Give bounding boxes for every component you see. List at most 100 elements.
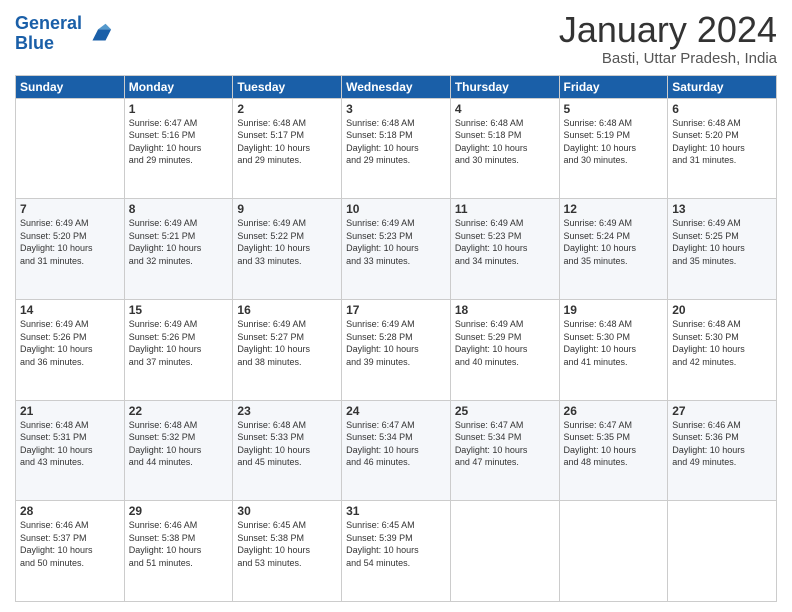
calendar-cell xyxy=(16,98,125,199)
day-info: Sunrise: 6:47 AM Sunset: 5:34 PM Dayligh… xyxy=(455,419,555,469)
day-number: 31 xyxy=(346,504,446,518)
calendar-week-row: 14Sunrise: 6:49 AM Sunset: 5:26 PM Dayli… xyxy=(16,299,777,400)
calendar-week-row: 28Sunrise: 6:46 AM Sunset: 5:37 PM Dayli… xyxy=(16,501,777,602)
calendar-cell: 22Sunrise: 6:48 AM Sunset: 5:32 PM Dayli… xyxy=(124,400,233,501)
day-number: 15 xyxy=(129,303,229,317)
calendar-cell: 5Sunrise: 6:48 AM Sunset: 5:19 PM Daylig… xyxy=(559,98,668,199)
logo-text: GeneralBlue xyxy=(15,14,82,54)
day-number: 28 xyxy=(20,504,120,518)
day-number: 1 xyxy=(129,102,229,116)
calendar-cell xyxy=(450,501,559,602)
calendar-cell xyxy=(559,501,668,602)
day-number: 16 xyxy=(237,303,337,317)
calendar-cell: 19Sunrise: 6:48 AM Sunset: 5:30 PM Dayli… xyxy=(559,299,668,400)
day-number: 24 xyxy=(346,404,446,418)
day-info: Sunrise: 6:49 AM Sunset: 5:23 PM Dayligh… xyxy=(455,217,555,267)
day-number: 22 xyxy=(129,404,229,418)
day-info: Sunrise: 6:49 AM Sunset: 5:24 PM Dayligh… xyxy=(564,217,664,267)
day-number: 23 xyxy=(237,404,337,418)
calendar-cell: 9Sunrise: 6:49 AM Sunset: 5:22 PM Daylig… xyxy=(233,199,342,300)
day-info: Sunrise: 6:48 AM Sunset: 5:17 PM Dayligh… xyxy=(237,117,337,167)
day-info: Sunrise: 6:49 AM Sunset: 5:29 PM Dayligh… xyxy=(455,318,555,368)
calendar-cell: 27Sunrise: 6:46 AM Sunset: 5:36 PM Dayli… xyxy=(668,400,777,501)
col-wednesday: Wednesday xyxy=(342,75,451,98)
day-info: Sunrise: 6:46 AM Sunset: 5:38 PM Dayligh… xyxy=(129,519,229,569)
logo: GeneralBlue xyxy=(15,14,113,54)
day-number: 3 xyxy=(346,102,446,116)
day-info: Sunrise: 6:49 AM Sunset: 5:21 PM Dayligh… xyxy=(129,217,229,267)
header: GeneralBlue January 2024 Basti, Uttar Pr… xyxy=(15,10,777,67)
day-number: 25 xyxy=(455,404,555,418)
calendar-cell: 11Sunrise: 6:49 AM Sunset: 5:23 PM Dayli… xyxy=(450,199,559,300)
day-number: 27 xyxy=(672,404,772,418)
col-friday: Friday xyxy=(559,75,668,98)
day-number: 6 xyxy=(672,102,772,116)
day-info: Sunrise: 6:49 AM Sunset: 5:22 PM Dayligh… xyxy=(237,217,337,267)
title-block: January 2024 Basti, Uttar Pradesh, India xyxy=(559,10,777,67)
calendar-cell: 3Sunrise: 6:48 AM Sunset: 5:18 PM Daylig… xyxy=(342,98,451,199)
day-info: Sunrise: 6:48 AM Sunset: 5:30 PM Dayligh… xyxy=(564,318,664,368)
day-info: Sunrise: 6:47 AM Sunset: 5:35 PM Dayligh… xyxy=(564,419,664,469)
calendar-cell: 7Sunrise: 6:49 AM Sunset: 5:20 PM Daylig… xyxy=(16,199,125,300)
col-tuesday: Tuesday xyxy=(233,75,342,98)
calendar-cell: 25Sunrise: 6:47 AM Sunset: 5:34 PM Dayli… xyxy=(450,400,559,501)
calendar-cell: 4Sunrise: 6:48 AM Sunset: 5:18 PM Daylig… xyxy=(450,98,559,199)
day-number: 26 xyxy=(564,404,664,418)
calendar-table: Sunday Monday Tuesday Wednesday Thursday… xyxy=(15,75,777,602)
col-saturday: Saturday xyxy=(668,75,777,98)
day-info: Sunrise: 6:47 AM Sunset: 5:16 PM Dayligh… xyxy=(129,117,229,167)
day-info: Sunrise: 6:48 AM Sunset: 5:33 PM Dayligh… xyxy=(237,419,337,469)
day-number: 2 xyxy=(237,102,337,116)
calendar-cell: 16Sunrise: 6:49 AM Sunset: 5:27 PM Dayli… xyxy=(233,299,342,400)
day-number: 11 xyxy=(455,202,555,216)
col-monday: Monday xyxy=(124,75,233,98)
logo-icon xyxy=(85,20,113,48)
day-number: 12 xyxy=(564,202,664,216)
day-info: Sunrise: 6:49 AM Sunset: 5:28 PM Dayligh… xyxy=(346,318,446,368)
day-info: Sunrise: 6:49 AM Sunset: 5:26 PM Dayligh… xyxy=(20,318,120,368)
calendar-cell: 10Sunrise: 6:49 AM Sunset: 5:23 PM Dayli… xyxy=(342,199,451,300)
day-info: Sunrise: 6:46 AM Sunset: 5:36 PM Dayligh… xyxy=(672,419,772,469)
calendar-cell: 31Sunrise: 6:45 AM Sunset: 5:39 PM Dayli… xyxy=(342,501,451,602)
day-number: 13 xyxy=(672,202,772,216)
day-info: Sunrise: 6:48 AM Sunset: 5:19 PM Dayligh… xyxy=(564,117,664,167)
calendar-cell: 26Sunrise: 6:47 AM Sunset: 5:35 PM Dayli… xyxy=(559,400,668,501)
page: GeneralBlue January 2024 Basti, Uttar Pr… xyxy=(0,0,792,612)
day-number: 20 xyxy=(672,303,772,317)
calendar-cell: 20Sunrise: 6:48 AM Sunset: 5:30 PM Dayli… xyxy=(668,299,777,400)
day-number: 8 xyxy=(129,202,229,216)
calendar-cell xyxy=(668,501,777,602)
calendar-cell: 17Sunrise: 6:49 AM Sunset: 5:28 PM Dayli… xyxy=(342,299,451,400)
day-number: 29 xyxy=(129,504,229,518)
day-info: Sunrise: 6:48 AM Sunset: 5:30 PM Dayligh… xyxy=(672,318,772,368)
calendar-week-row: 1Sunrise: 6:47 AM Sunset: 5:16 PM Daylig… xyxy=(16,98,777,199)
day-info: Sunrise: 6:47 AM Sunset: 5:34 PM Dayligh… xyxy=(346,419,446,469)
calendar-cell: 29Sunrise: 6:46 AM Sunset: 5:38 PM Dayli… xyxy=(124,501,233,602)
day-info: Sunrise: 6:48 AM Sunset: 5:32 PM Dayligh… xyxy=(129,419,229,469)
calendar-header-row: Sunday Monday Tuesday Wednesday Thursday… xyxy=(16,75,777,98)
day-number: 4 xyxy=(455,102,555,116)
calendar-cell: 24Sunrise: 6:47 AM Sunset: 5:34 PM Dayli… xyxy=(342,400,451,501)
day-info: Sunrise: 6:45 AM Sunset: 5:38 PM Dayligh… xyxy=(237,519,337,569)
calendar-cell: 8Sunrise: 6:49 AM Sunset: 5:21 PM Daylig… xyxy=(124,199,233,300)
calendar-week-row: 21Sunrise: 6:48 AM Sunset: 5:31 PM Dayli… xyxy=(16,400,777,501)
day-info: Sunrise: 6:48 AM Sunset: 5:18 PM Dayligh… xyxy=(455,117,555,167)
day-number: 30 xyxy=(237,504,337,518)
calendar-cell: 21Sunrise: 6:48 AM Sunset: 5:31 PM Dayli… xyxy=(16,400,125,501)
day-number: 14 xyxy=(20,303,120,317)
day-info: Sunrise: 6:49 AM Sunset: 5:25 PM Dayligh… xyxy=(672,217,772,267)
calendar-cell: 15Sunrise: 6:49 AM Sunset: 5:26 PM Dayli… xyxy=(124,299,233,400)
day-number: 18 xyxy=(455,303,555,317)
calendar-cell: 18Sunrise: 6:49 AM Sunset: 5:29 PM Dayli… xyxy=(450,299,559,400)
calendar-cell: 6Sunrise: 6:48 AM Sunset: 5:20 PM Daylig… xyxy=(668,98,777,199)
day-info: Sunrise: 6:48 AM Sunset: 5:18 PM Dayligh… xyxy=(346,117,446,167)
calendar-cell: 14Sunrise: 6:49 AM Sunset: 5:26 PM Dayli… xyxy=(16,299,125,400)
day-info: Sunrise: 6:49 AM Sunset: 5:27 PM Dayligh… xyxy=(237,318,337,368)
day-number: 17 xyxy=(346,303,446,317)
day-info: Sunrise: 6:48 AM Sunset: 5:31 PM Dayligh… xyxy=(20,419,120,469)
calendar-cell: 1Sunrise: 6:47 AM Sunset: 5:16 PM Daylig… xyxy=(124,98,233,199)
calendar-cell: 23Sunrise: 6:48 AM Sunset: 5:33 PM Dayli… xyxy=(233,400,342,501)
calendar-cell: 13Sunrise: 6:49 AM Sunset: 5:25 PM Dayli… xyxy=(668,199,777,300)
day-number: 10 xyxy=(346,202,446,216)
day-info: Sunrise: 6:45 AM Sunset: 5:39 PM Dayligh… xyxy=(346,519,446,569)
